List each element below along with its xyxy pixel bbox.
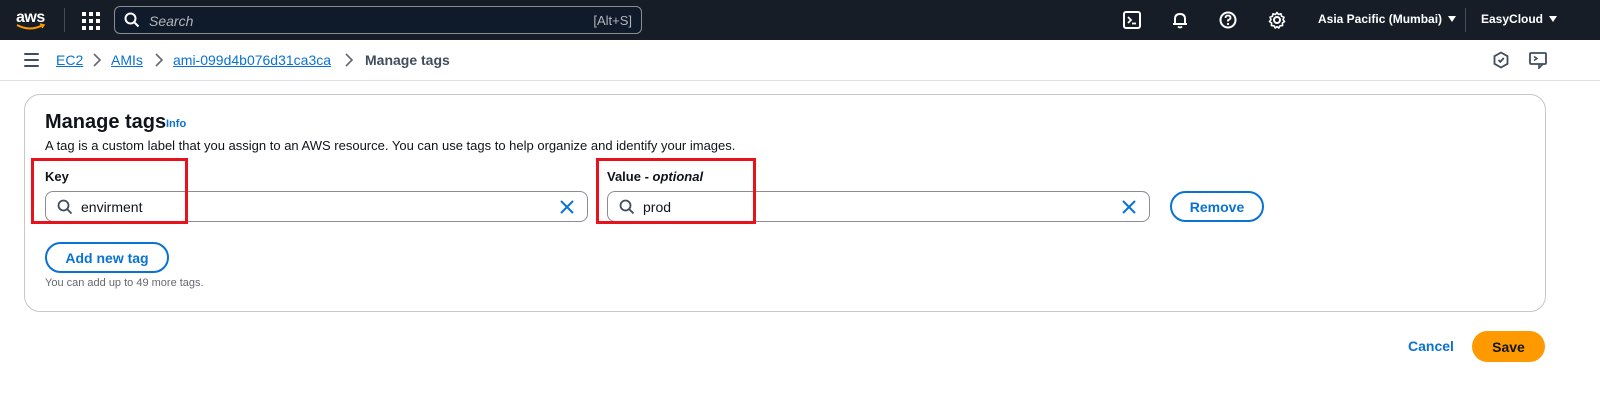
caret-down-icon bbox=[1549, 16, 1558, 22]
breadcrumb-ami-id[interactable]: ami-099d4b076d31ca3ca bbox=[173, 52, 331, 68]
search-shortcut: [Alt+S] bbox=[593, 13, 632, 28]
caret-down-icon bbox=[1448, 16, 1457, 22]
remove-tag-button[interactable]: Remove bbox=[1170, 191, 1264, 222]
tags-remaining-hint: You can add up to 49 more tags. bbox=[45, 277, 204, 289]
add-new-tag-button[interactable]: Add new tag bbox=[45, 242, 169, 273]
help-panel-icon[interactable] bbox=[1529, 51, 1547, 69]
nav-divider bbox=[1465, 8, 1466, 32]
notifications-panel-icon[interactable] bbox=[1492, 51, 1510, 69]
cancel-button[interactable]: Cancel bbox=[1408, 338, 1454, 354]
manage-tags-container: Manage tags Info A tag is a custom label… bbox=[24, 94, 1546, 312]
bell-icon[interactable] bbox=[1169, 9, 1191, 31]
breadcrumb-bar: EC2 AMIs ami-099d4b076d31ca3ca Manage ta… bbox=[0, 40, 1600, 81]
search-placeholder: Search bbox=[149, 13, 194, 29]
value-highlight-box bbox=[596, 158, 756, 224]
account-label: EasyCloud bbox=[1481, 12, 1544, 26]
cloudshell-icon[interactable] bbox=[1121, 9, 1143, 31]
gear-icon[interactable] bbox=[1266, 9, 1288, 31]
region-label: Asia Pacific (Mumbai) bbox=[1318, 12, 1443, 26]
aws-smile-icon bbox=[16, 23, 46, 30]
breadcrumb-amis[interactable]: AMIs bbox=[111, 52, 143, 68]
breadcrumb-ec2[interactable]: EC2 bbox=[56, 52, 83, 68]
search-input[interactable]: Search [Alt+S] bbox=[114, 6, 642, 34]
clear-key-icon[interactable] bbox=[558, 198, 576, 216]
services-grid-icon[interactable] bbox=[80, 10, 100, 30]
chevron-right-icon bbox=[345, 53, 354, 67]
key-highlight-box bbox=[31, 158, 188, 224]
clear-value-icon[interactable] bbox=[1120, 198, 1138, 216]
account-menu[interactable]: EasyCloud bbox=[1481, 12, 1558, 26]
top-navigation: aws Search [Alt+S] Asia Pacific (Mumbai)… bbox=[0, 0, 1600, 40]
nav-divider bbox=[64, 8, 65, 32]
help-icon[interactable] bbox=[1217, 9, 1239, 31]
region-selector[interactable]: Asia Pacific (Mumbai) bbox=[1318, 12, 1457, 26]
info-link[interactable]: Info bbox=[166, 118, 186, 130]
breadcrumb-current: Manage tags bbox=[365, 52, 450, 68]
aws-logo[interactable]: aws bbox=[14, 7, 50, 33]
menu-icon[interactable] bbox=[24, 53, 39, 67]
chevron-right-icon bbox=[155, 53, 164, 67]
save-button[interactable]: Save bbox=[1472, 331, 1545, 362]
panel-description: A tag is a custom label that you assign … bbox=[45, 138, 736, 153]
page-title: Manage tags bbox=[45, 111, 167, 133]
chevron-right-icon bbox=[93, 53, 102, 67]
search-icon bbox=[124, 12, 140, 28]
